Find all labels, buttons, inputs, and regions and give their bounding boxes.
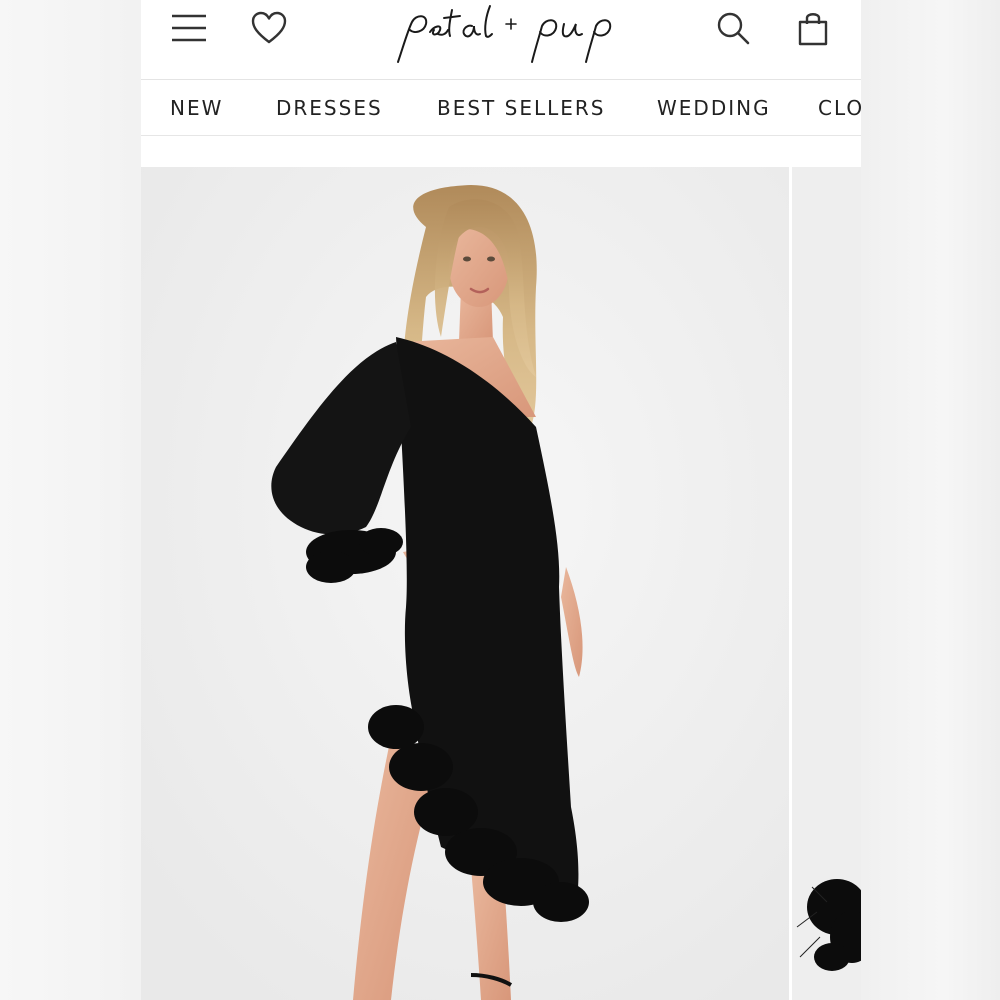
site-header xyxy=(141,0,861,80)
product-image-gallery[interactable] xyxy=(141,167,861,1000)
search-icon xyxy=(717,12,750,45)
shopping-bag-icon xyxy=(798,13,828,46)
hamburger-menu-icon xyxy=(172,14,206,42)
wishlist-button[interactable] xyxy=(245,6,293,50)
search-button[interactable] xyxy=(709,6,757,50)
heart-icon xyxy=(251,11,287,44)
nav-item-new[interactable]: NEW xyxy=(170,96,223,120)
right-blurred-background xyxy=(861,0,1000,1000)
left-blurred-background xyxy=(0,0,141,1000)
nav-item-best-sellers[interactable]: BEST SELLERS xyxy=(437,96,605,120)
product-image-main[interactable] xyxy=(141,167,789,1000)
brand-logo[interactable] xyxy=(386,0,636,70)
cart-button[interactable] xyxy=(789,6,837,50)
hamburger-menu-button[interactable] xyxy=(165,6,213,50)
spacer-strip xyxy=(141,137,861,167)
model-photo xyxy=(141,167,789,1000)
nav-item-clothing[interactable]: CLO xyxy=(818,96,861,120)
mobile-page: NEW DRESSES BEST SELLERS WEDDING CLO xyxy=(141,0,861,1000)
category-nav: NEW DRESSES BEST SELLERS WEDDING CLO xyxy=(141,80,861,136)
next-photo-preview xyxy=(792,167,861,1000)
product-image-next[interactable] xyxy=(792,167,861,1000)
nav-item-wedding[interactable]: WEDDING xyxy=(657,96,771,120)
nav-item-dresses[interactable]: DRESSES xyxy=(276,96,383,120)
